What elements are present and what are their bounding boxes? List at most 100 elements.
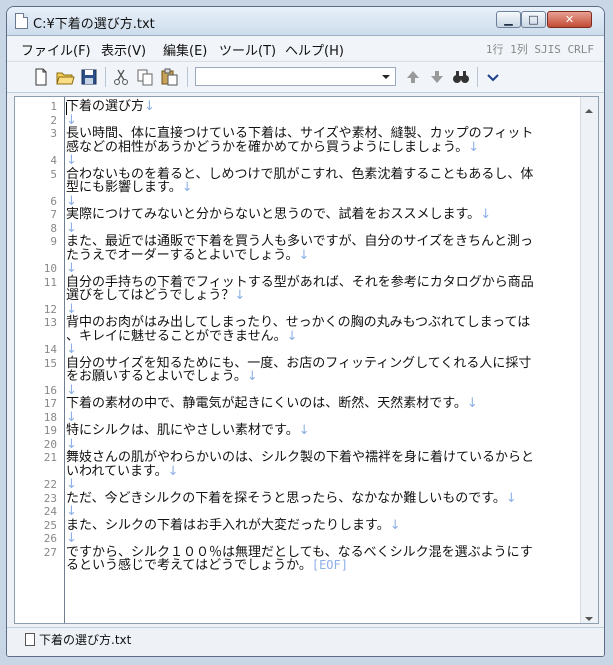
editor-line[interactable]: 9 また、最近では通販で下着を買う人も多いですが、自分のサイズをきちんと測っ (50, 235, 581, 249)
editor-line[interactable]: 14 ↓ (44, 343, 581, 357)
find-next-icon[interactable] (427, 67, 447, 87)
file-icon (25, 633, 35, 646)
editor-line[interactable]: 21 舞妓さんの肌がやわらかいのは、シルク製の下着や襦袢を身に着けているからと (44, 451, 581, 465)
line-end-marker: ↓ (505, 490, 517, 506)
menu-tools[interactable]: ツール(T) (219, 40, 276, 59)
line-end-marker: ↓ (298, 423, 310, 438)
line-text: るという感じで考えてはどうでしょうか。 (66, 558, 312, 573)
editor-line[interactable]: 11 自分の手持ちの下着でフィットする型があれば、それを参考にカタログから商品 (44, 275, 581, 290)
eof-marker: [EOF] (311, 558, 348, 572)
editor-line[interactable]: 13 背中のお肉がはみ出してしまったり、せっかくの胸の丸みもつぶれてしまっては (44, 316, 581, 330)
line-number: 21 (43, 451, 57, 464)
text-area[interactable]: 1 下着の選び方↓ 2 ↓ 3 長い時間、体に直接つけている下着は、サイズや素材、縫製、カ… (44, 99, 581, 573)
app-window: C:¥下着の選び方.txt ▁ □ ✕ ファイル(F) 表示(V) 編集(E) … (6, 6, 605, 657)
vertical-scrollbar[interactable] (580, 97, 598, 623)
cursor-position-info: 1行 1列 SJIS CRLF (485, 43, 594, 56)
editor-line[interactable]: 、キレイに魅せることができません。↓ (66, 328, 581, 344)
line-text: いわれています。 (66, 463, 168, 479)
editor-line[interactable]: 19 特にシルクは、肌にやさしい素材です。↓ (44, 423, 581, 438)
editor-line[interactable]: 25 また、シルクの下着はお手入れが大変だったりします。↓ (44, 517, 581, 533)
line-number: 23 (43, 491, 57, 505)
find-prev-icon[interactable] (403, 67, 423, 87)
line-number: 26 (43, 532, 57, 545)
editor-line[interactable]: 26 ↓ (44, 532, 581, 546)
menu-help[interactable]: ヘルプ(H) (285, 40, 344, 59)
menu-file[interactable]: ファイル(F) (21, 40, 91, 59)
line-number: 24 (43, 505, 57, 518)
line-number: 12 (43, 302, 57, 316)
line-number: 4 (50, 154, 57, 167)
editor-line[interactable]: 15 自分のサイズを知るためにも、一度、お店のフィッティングしてくれる人に採寸 (44, 356, 581, 371)
scroll-down-icon[interactable] (584, 609, 594, 621)
editor-line[interactable]: 12 ↓ (44, 302, 581, 317)
editor-line[interactable]: 18 ↓ (44, 410, 581, 425)
line-number: 18 (43, 410, 57, 424)
close-button[interactable]: ✕ (547, 11, 592, 28)
cut-icon[interactable] (111, 67, 131, 87)
editor-line[interactable]: 22 ↓ (44, 478, 581, 492)
new-file-icon[interactable] (31, 67, 51, 87)
editor-line[interactable]: るという感じで考えてはどうでしょうか。[EOF] (66, 558, 581, 573)
line-number: 27 (43, 545, 57, 559)
editor-line[interactable]: 10 ↓ (44, 262, 581, 276)
open-folder-icon[interactable] (55, 67, 75, 87)
line-text: をお願いするとよいでしょう。 (66, 369, 247, 384)
editor-line[interactable]: 27 ですから、シルク１００％は無理だとしても、なるべくシルク混を選ぶようにす (44, 545, 581, 560)
scroll-up-icon[interactable] (584, 101, 594, 113)
editor-line[interactable]: 7 実際につけてみないと分からないと思うので、試着をおススメします。↓ (50, 208, 581, 222)
editor-line[interactable]: 24 ↓ (44, 505, 581, 519)
menu-bar: ファイル(F) 表示(V) 編集(E) ツール(T) ヘルプ(H) 1行 1列 … (7, 37, 604, 59)
editor-line[interactable]: 5 合わないものを着ると、しめつけで肌がこすれ、色素沈着することもあるし、体 (50, 167, 581, 182)
editor-line[interactable]: 選びをしてはどうでしょう？↓ (66, 289, 581, 303)
editor-line[interactable]: 3 長い時間、体に直接つけている下着は、サイズや素材、縫製、カップのフィット (50, 127, 581, 141)
line-number: 1 (50, 100, 57, 113)
text-editor[interactable]: 1 下着の選び方↓ 2 ↓ 3 長い時間、体に直接つけている下着は、サイズや素材、縫製、カ… (14, 96, 599, 624)
dropdown-icon[interactable] (483, 67, 503, 87)
editor-line[interactable]: 型にも影響します。↓ (66, 181, 581, 195)
line-end-marker: ↓ (144, 99, 155, 114)
search-combo[interactable] (195, 67, 396, 86)
paste-icon[interactable] (159, 67, 179, 87)
editor-line[interactable]: をお願いするとよいでしょう。↓ (66, 370, 581, 384)
save-icon[interactable] (79, 67, 99, 87)
title-bar[interactable]: C:¥下着の選び方.txt ▁ □ ✕ (7, 7, 604, 36)
editor-line[interactable]: 4 ↓ (50, 154, 581, 168)
text-cursor (66, 102, 67, 115)
menu-view[interactable]: 表示(V) (101, 40, 146, 59)
copy-icon[interactable] (135, 67, 155, 87)
editor-line[interactable]: 1 下着の選び方↓ (50, 99, 581, 114)
line-end-marker: ↓ (389, 517, 401, 533)
line-number: 13 (43, 316, 57, 329)
line-number: 20 (43, 437, 57, 451)
editor-line[interactable]: 20 ↓ (44, 437, 581, 452)
line-end-marker: ↓ (246, 369, 258, 384)
editor-line[interactable]: 2 ↓ (50, 113, 581, 128)
find-icon[interactable] (451, 67, 471, 87)
line-number: 19 (43, 424, 57, 437)
maximize-button[interactable]: □ (521, 11, 546, 28)
line-number: 2 (50, 113, 57, 127)
line-text: ただ、今どきシルクの下着を探そうと思ったら、なかなか難しいものです。 (66, 490, 506, 506)
line-end-marker: ↓ (167, 463, 179, 479)
editor-line[interactable]: 17 下着の素材の中で、静電気が起きにくいのは、断然、天然素材です。↓ (44, 396, 581, 411)
editor-line[interactable]: 16 ↓ (44, 383, 581, 398)
editor-line[interactable]: 6 ↓ (50, 194, 581, 209)
chevron-down-icon[interactable] (379, 68, 393, 85)
editor-line[interactable]: いわれています。↓ (66, 463, 581, 479)
line-number: 5 (50, 167, 57, 181)
status-bar: 下着の選び方.txt (7, 627, 604, 656)
line-text: 特にシルクは、肌にやさしい素材です。 (66, 423, 299, 438)
editor-line[interactable]: 感などの相性があうかどうかを確かめてから買うようにしましょう。↓ (66, 139, 581, 155)
line-end-marker: ↓ (468, 139, 480, 155)
line-number: 15 (43, 356, 57, 370)
menu-edit[interactable]: 編集(E) (163, 40, 207, 59)
line-number: 25 (43, 518, 57, 532)
minimize-button[interactable]: ▁ (496, 11, 521, 28)
line-text: 型にも影響します。 (66, 180, 182, 195)
editor-line[interactable]: たうえでオーダーするとよいでしょう。↓ (66, 248, 581, 263)
line-text: 、キレイに魅せることができません。 (66, 328, 287, 344)
editor-line[interactable]: 8 ↓ (50, 221, 581, 236)
line-end-marker: ↓ (466, 396, 478, 411)
line-number: 9 (50, 235, 57, 248)
editor-line[interactable]: 23 ただ、今どきシルクの下着を探そうと思ったら、なかなか難しいものです。↓ (44, 490, 581, 506)
